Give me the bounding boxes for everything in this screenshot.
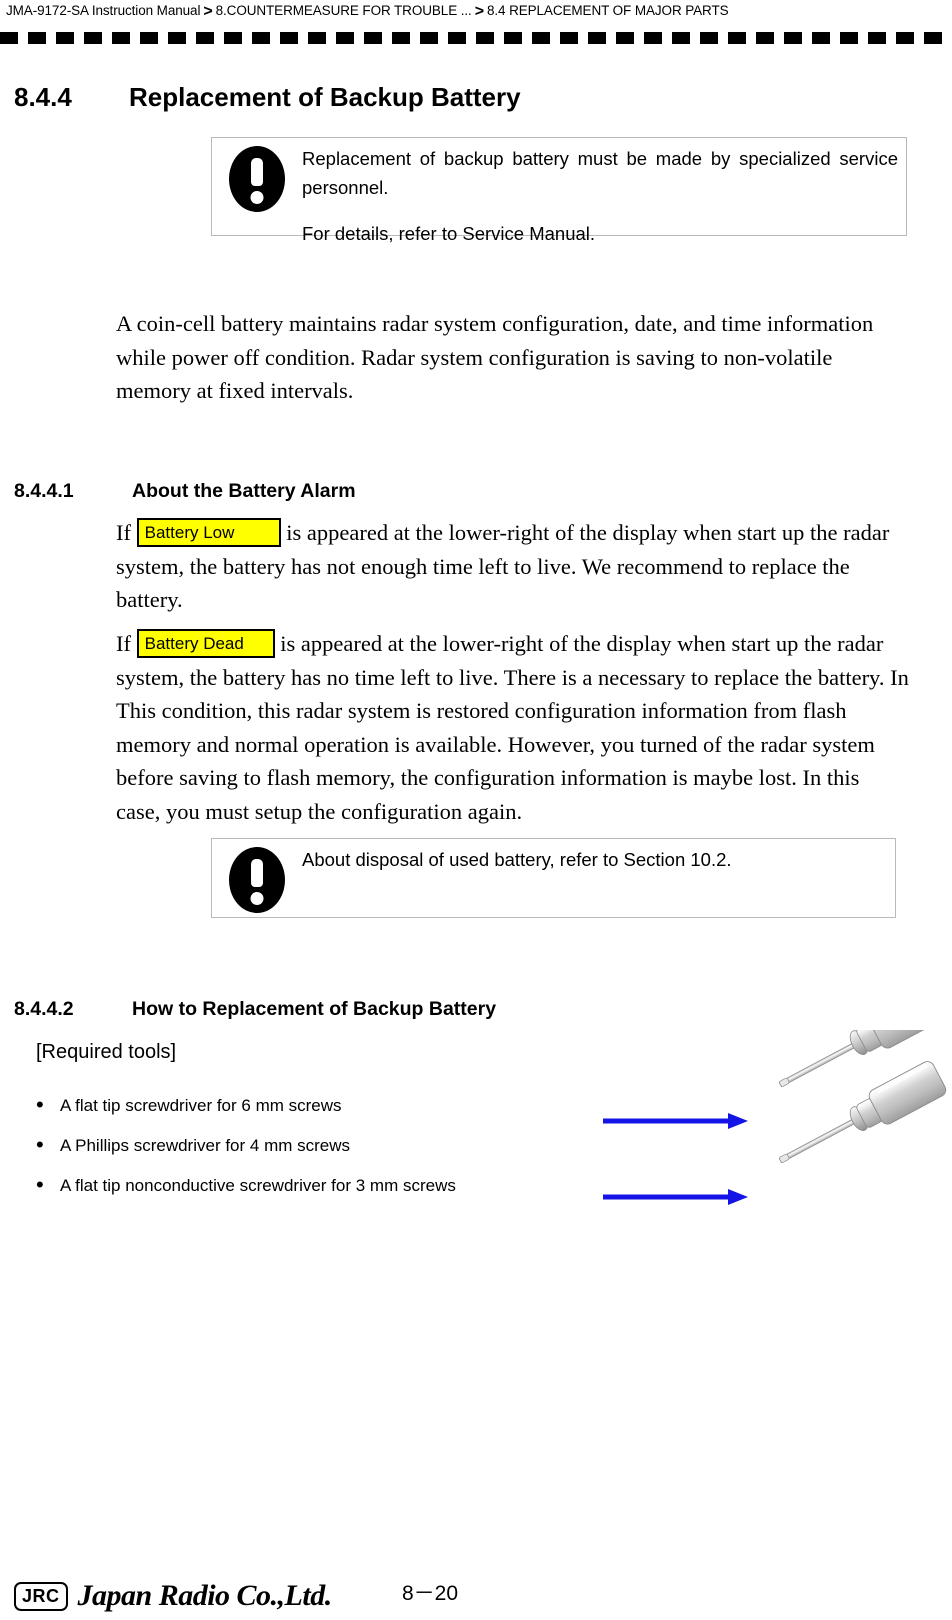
note-line-1: Replacement of backup battery must be ma… xyxy=(302,148,898,198)
battery-dead-rest: is appeared at the lower-right of the di… xyxy=(116,631,909,824)
bullet-icon: • xyxy=(36,1092,44,1117)
bullet-icon: • xyxy=(36,1172,44,1197)
tools-illustration xyxy=(603,1030,947,1205)
section-number-8442: 8.4.4.2 xyxy=(14,998,74,1020)
note-box-service-personnel: Replacement of backup battery must be ma… xyxy=(211,137,907,244)
note-spacer xyxy=(302,202,898,219)
list-item-tool-3: • A flat tip nonconductive screwdriver fo… xyxy=(36,1174,456,1197)
bullet-icon: • xyxy=(36,1132,44,1157)
list-item-tool-2: • A Phillips screwdriver for 4 mm screws xyxy=(36,1134,350,1157)
battery-dead-lead: If xyxy=(116,631,131,656)
arrow-right-icon-2 xyxy=(603,1189,748,1205)
section-title-8441: About the Battery Alarm xyxy=(132,480,356,502)
breadcrumb-item-manual[interactable]: JMA-9172-SA Instruction Manual xyxy=(6,3,200,18)
paragraph-battery-low: If Battery Low is appeared at the lower-… xyxy=(116,516,906,617)
breadcrumb-item-chapter[interactable]: 8.COUNTERMEASURE FOR TROUBLE ... xyxy=(216,3,472,18)
list-item-tool-1: • A flat tip screwdriver for 6 mm screws xyxy=(36,1094,342,1117)
note-disposal-line-1: About disposal of used battery, refer to… xyxy=(302,849,732,870)
paragraph-coin-cell: A coin-cell battery maintains radar syst… xyxy=(116,311,874,403)
note-icon-cell xyxy=(212,138,302,212)
heading-8442: 8.4.4.2 How to Replacement of Backup Batt… xyxy=(14,997,496,1021)
note-text-cell: Replacement of backup battery must be ma… xyxy=(302,138,906,252)
exclamation-icon xyxy=(229,847,285,913)
section-title-8442: How to Replacement of Backup Battery xyxy=(132,998,497,1020)
breadcrumb: JMA-9172-SA Instruction Manual >8.COUNTER… xyxy=(6,1,952,21)
note-text-cell: About disposal of used battery, refer to… xyxy=(302,839,895,878)
breadcrumb-separator-icon: > xyxy=(474,3,484,20)
note-icon-cell xyxy=(212,839,302,913)
exclamation-icon xyxy=(229,146,285,212)
status-badge-battery-dead: Battery Dead xyxy=(136,629,275,658)
section-title-844: Replacement of Backup Battery xyxy=(129,82,521,112)
section-number-844: 8.4.4 xyxy=(14,82,72,112)
note-line-2: For details, refer to Service Manual. xyxy=(302,223,596,244)
status-badge-battery-low: Battery Low xyxy=(136,518,281,547)
page-title: 8.4.4 Replacement of Backup Battery xyxy=(14,82,521,112)
tool-label-1: A flat tip screwdriver for 6 mm screws xyxy=(60,1096,342,1115)
tool-label-2: A Phillips screwdriver for 4 mm screws xyxy=(60,1136,351,1155)
header-dashed-divider xyxy=(0,32,952,44)
section-number-8441: 8.4.4.1 xyxy=(14,480,74,502)
page-number: 8－20 xyxy=(401,1582,459,1605)
paragraph-battery-dead: If Battery Dead is appeared at the lower… xyxy=(116,627,909,828)
heading-8441: 8.4.4.1 About the Battery Alarm xyxy=(14,479,356,503)
note-box-disposal: About disposal of used battery, refer to… xyxy=(211,838,896,918)
breadcrumb-item-section[interactable]: 8.4 REPLACEMENT OF MAJOR PARTS xyxy=(487,3,729,18)
arrow-right-icon-1 xyxy=(603,1113,748,1129)
required-tools-label: [Required tools] xyxy=(36,1041,177,1063)
tool-label-3: A flat tip nonconductive screwdriver for… xyxy=(60,1176,456,1195)
battery-low-lead: If xyxy=(116,520,131,545)
breadcrumb-separator-icon: > xyxy=(203,3,213,20)
